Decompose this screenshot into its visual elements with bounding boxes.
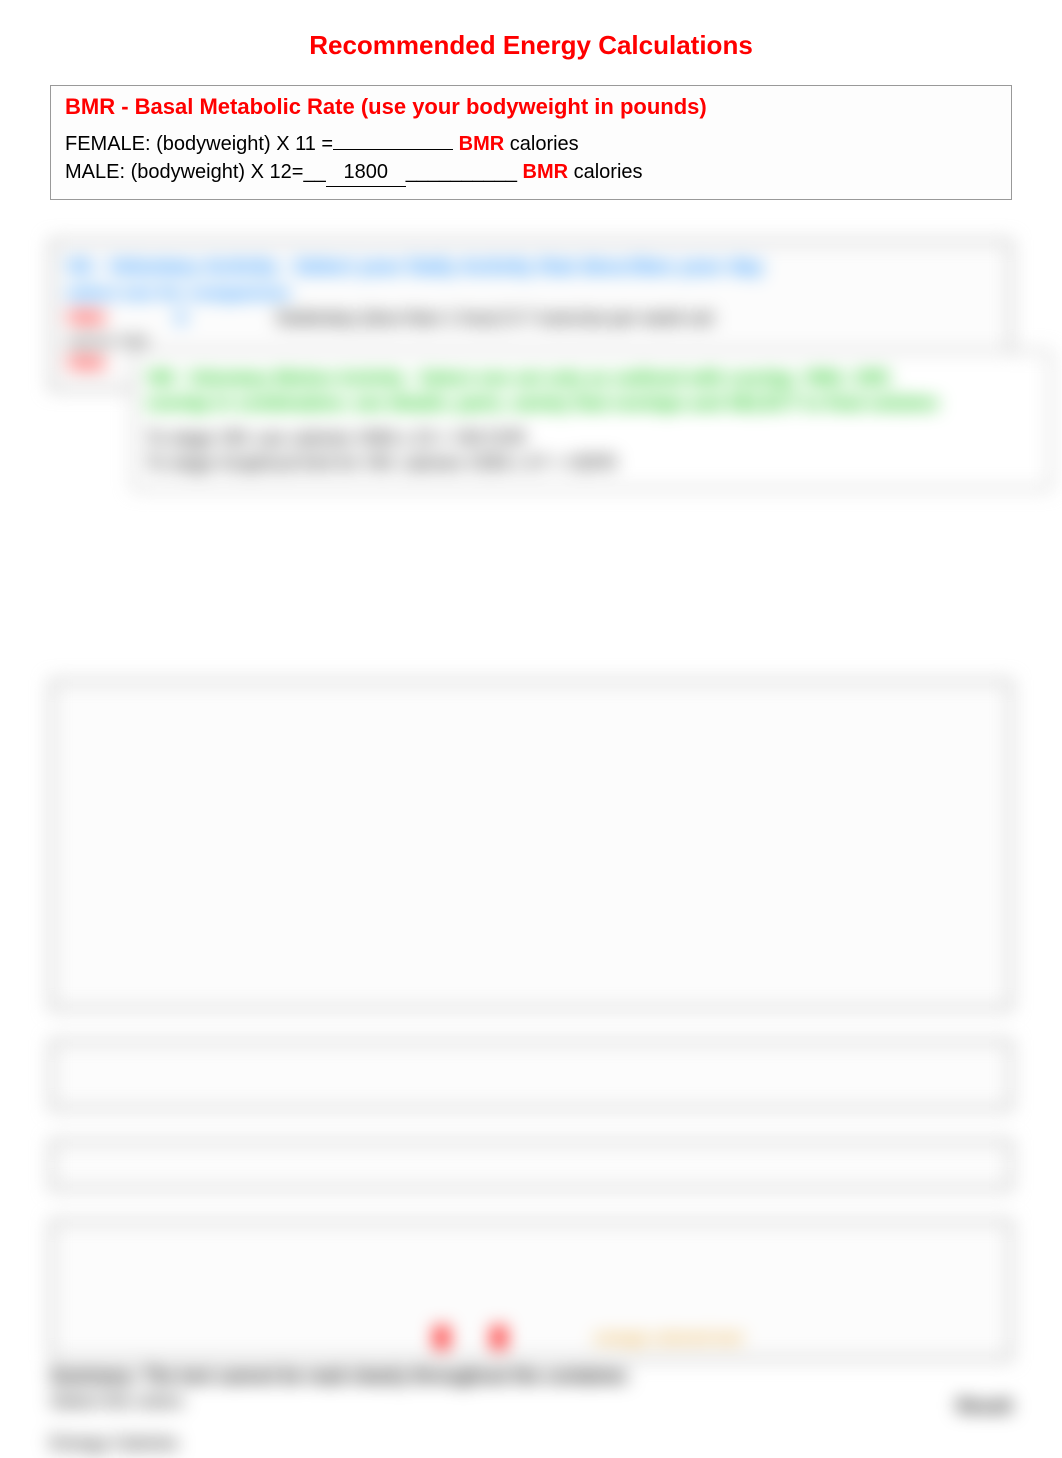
bmr-label-2: BMR [523,161,569,183]
blur-red-1: VMA [66,308,106,328]
blur-desc-1: Sedentary (less than 1 hour) 5-7 exercis… [276,308,713,328]
page-title: Recommended Energy Calculations [50,30,1012,61]
blur-blue-1: X [175,308,187,328]
blur-blue-2: X [175,353,187,373]
blur-title-1: VA - Voluntary Activity - Select your Da… [66,256,996,279]
male-formula: MALE: (bodyweight) X 12=__1800__________… [65,158,997,187]
blurred-section-1: VA - Voluntary Activity - Select your Da… [50,240,1012,390]
calories-label-2: calories [568,161,642,183]
blurred-section-3 [50,680,1012,1010]
bmr-label-1: BMR [459,133,505,155]
bmr-box: BMR - Basal Metabolic Rate (use your bod… [50,85,1012,200]
blur-energy: Energy Calories [50,1433,1012,1454]
blurred-section-4 [50,1040,1012,1110]
blur-desc-2: Moderate Volume 10-15 exercise per week … [276,353,711,373]
blur-sub-1: select one for comparison [66,283,996,304]
female-formula: FEMALE: (bodyweight) X 11 = BMR calories [65,130,997,158]
male-prefix: MALE: (bodyweight) X 12= [65,161,303,183]
blurred-section-5 [50,1140,1012,1190]
blur-red-2: VMA [66,353,106,373]
blur-result: Result [957,1396,1012,1416]
blur-green-2: overlap in combination; see details; par… [146,393,1038,414]
blur-overlap-box: VM - Voluntary Motion Activity - Select … [132,350,1052,490]
blur-green-1: VM - Voluntary Motion Activity - Select … [146,368,1038,389]
blurred-section-6: █ █ orange colored text Summary: The tex… [50,1220,1012,1458]
blur-select-colors: Select the colors [50,1391,1012,1412]
calories-label-1: calories [504,133,578,155]
male-value[interactable]: 1800 [326,158,406,187]
female-prefix: FEMALE: (bodyweight) X 11 = [65,133,333,155]
blur-orange: orange colored text [594,1330,742,1347]
bmr-heading: BMR - Basal Metabolic Rate (use your bod… [65,94,997,120]
blur-ovr-1: To stage VM; use calories VMA x 23 = VM … [146,428,526,448]
female-value-blank[interactable] [333,149,453,150]
blur-ovr-2: To stage Graphical limit for VM: calorie… [146,453,617,473]
